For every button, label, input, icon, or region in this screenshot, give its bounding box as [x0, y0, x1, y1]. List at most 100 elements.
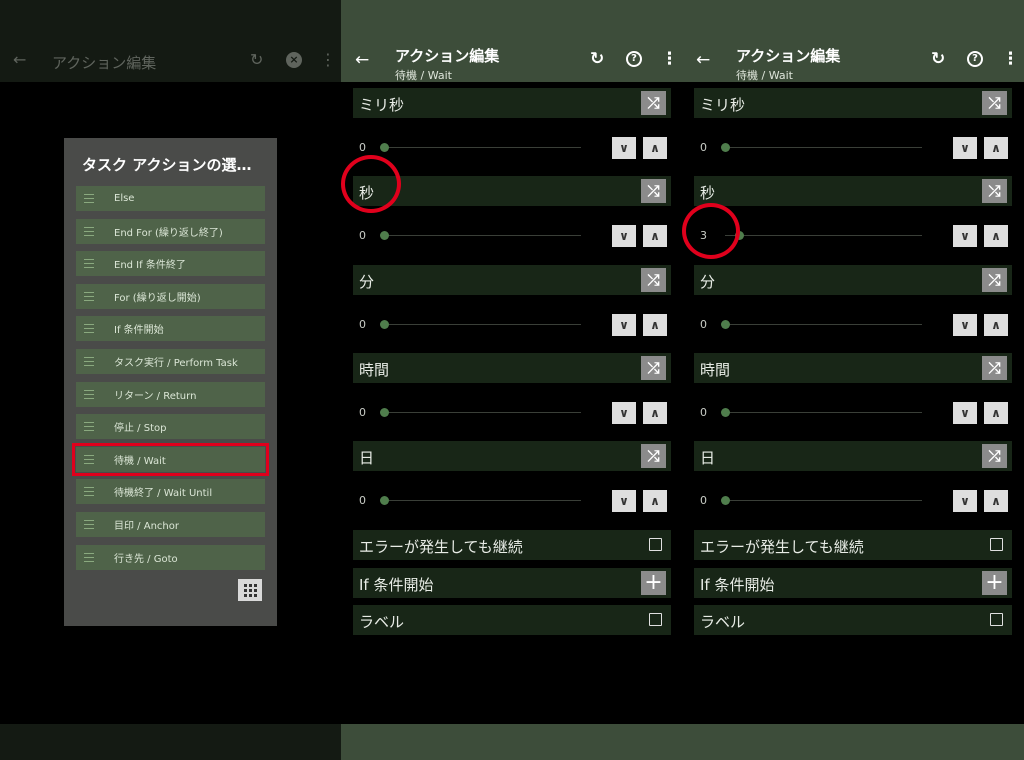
shuffle-icon[interactable]: ⤮ [641, 355, 666, 380]
slider-thumb[interactable] [721, 143, 730, 152]
slider-track[interactable] [725, 323, 922, 325]
slider-track[interactable] [384, 500, 581, 502]
slider-value: 0 [359, 405, 366, 419]
action-list-item[interactable]: For (繰り返し開始) [76, 283, 265, 309]
checkbox-icon[interactable] [990, 538, 1003, 551]
highlight-circle-seconds-label [341, 155, 401, 213]
undo-icon[interactable]: ↻ [931, 49, 945, 69]
help-icon[interactable]: ? [967, 51, 983, 67]
slider-thumb[interactable] [380, 496, 389, 506]
shuffle-icon[interactable]: ⤮ [641, 91, 666, 115]
option-label: If 条件開始 [359, 576, 434, 594]
slider-track[interactable] [384, 235, 581, 237]
action-list-item[interactable]: 待機 / Wait [72, 442, 269, 476]
list-icon [84, 291, 94, 301]
field-header: 秒 ⤮ [694, 176, 1012, 207]
slider-track[interactable] [725, 235, 922, 237]
page-title: アクション編集 [52, 54, 157, 72]
checkbox-icon[interactable] [649, 613, 662, 626]
undo-icon[interactable]: ↻ [250, 50, 263, 70]
chevron-up-icon[interactable]: ∧ [643, 401, 667, 424]
slider-track[interactable] [725, 411, 922, 413]
shuffle-icon[interactable]: ⤮ [982, 91, 1007, 115]
chevron-down-icon[interactable]: ∨ [953, 137, 977, 159]
action-list-item[interactable]: End If 条件終了 [76, 251, 265, 277]
panel-action-select: ← アクション編集 ↻ × ⋮ タスク アクションの選… Else End For… [0, 0, 341, 760]
slider-thumb[interactable] [721, 496, 730, 506]
action-list-item[interactable]: If 条件開始 [76, 316, 265, 342]
action-list-item[interactable]: タスク実行 / Perform Task [76, 349, 265, 374]
slider-track[interactable] [384, 147, 581, 148]
chevron-down-icon[interactable]: ∨ [612, 313, 636, 336]
slider-track[interactable] [384, 323, 581, 325]
chevron-up-icon[interactable]: ∧ [984, 225, 1008, 248]
slider-track[interactable] [725, 147, 922, 148]
more-vert-icon[interactable]: ⋮ [661, 49, 678, 69]
shuffle-icon[interactable]: ⤮ [982, 267, 1007, 292]
option-if-start[interactable]: If 条件開始 + [694, 568, 1012, 598]
chevron-down-icon[interactable]: ∨ [953, 490, 977, 513]
chevron-down-icon[interactable]: ∨ [612, 137, 636, 159]
slider-thumb[interactable] [380, 143, 389, 152]
option-if-start[interactable]: If 条件開始 + [353, 568, 671, 598]
plus-icon[interactable]: + [641, 571, 666, 595]
option-continue-on-error[interactable]: エラーが発生しても継続 [694, 530, 1012, 560]
slider-row: 0 ∨ ∧ [353, 135, 671, 161]
slider-track[interactable] [725, 500, 922, 502]
chevron-down-icon[interactable]: ∨ [953, 401, 977, 424]
close-icon[interactable]: × [286, 52, 302, 68]
slider-thumb[interactable] [721, 319, 730, 329]
slider-thumb[interactable] [380, 407, 389, 417]
shuffle-icon[interactable]: ⤮ [641, 267, 666, 292]
shuffle-icon[interactable]: ⤮ [982, 179, 1007, 204]
slider-thumb[interactable] [380, 319, 389, 329]
slider-track[interactable] [384, 411, 581, 413]
slider-row: 3 ∨ ∧ [694, 223, 1012, 249]
action-list-item[interactable]: Else [76, 186, 265, 211]
chevron-up-icon[interactable]: ∧ [643, 137, 667, 159]
shuffle-icon[interactable]: ⤮ [641, 444, 666, 469]
field-header: 日 ⤮ [353, 441, 671, 472]
action-list-item[interactable]: 待機終了 / Wait Until [76, 479, 265, 505]
chevron-down-icon[interactable]: ∨ [612, 490, 636, 513]
action-list-item[interactable]: 行き先 / Goto [76, 544, 265, 570]
plus-icon[interactable]: + [982, 571, 1007, 595]
shuffle-icon[interactable]: ⤮ [982, 444, 1007, 469]
back-arrow-icon[interactable]: ← [355, 50, 369, 70]
action-list-item-label: 待機終了 / Wait Until [114, 488, 213, 500]
chevron-up-icon[interactable]: ∧ [984, 313, 1008, 336]
chevron-up-icon[interactable]: ∧ [643, 490, 667, 513]
slider-thumb[interactable] [721, 407, 730, 417]
chevron-up-icon[interactable]: ∧ [984, 137, 1008, 159]
chevron-up-icon[interactable]: ∧ [643, 313, 667, 336]
chevron-up-icon[interactable]: ∧ [643, 225, 667, 248]
action-list-item[interactable]: End For (繰り返し終了) [76, 218, 265, 244]
action-list-item[interactable]: 停止 / Stop [76, 414, 265, 440]
chevron-down-icon[interactable]: ∨ [953, 225, 977, 248]
slider-thumb[interactable] [380, 231, 389, 241]
checkbox-icon[interactable] [990, 613, 1003, 626]
undo-icon[interactable]: ↻ [590, 49, 604, 69]
chevron-down-icon[interactable]: ∨ [612, 401, 636, 424]
help-icon[interactable]: ? [626, 51, 642, 67]
action-list-item-label: End For (繰り返し終了) [114, 227, 223, 239]
action-list-item[interactable]: 目印 / Anchor [76, 512, 265, 537]
chevron-down-icon[interactable]: ∨ [953, 313, 977, 336]
shuffle-icon[interactable]: ⤮ [641, 179, 666, 204]
more-vert-icon[interactable]: ⋮ [320, 50, 336, 70]
back-arrow-icon[interactable]: ← [696, 50, 710, 70]
chevron-up-icon[interactable]: ∧ [984, 401, 1008, 424]
shuffle-icon[interactable]: ⤮ [982, 355, 1007, 380]
field-label: 分 [359, 272, 375, 291]
back-arrow-icon[interactable]: ← [13, 50, 26, 70]
chevron-up-icon[interactable]: ∧ [984, 490, 1008, 513]
chevron-down-icon[interactable]: ∨ [612, 225, 636, 248]
more-vert-icon[interactable]: ⋮ [1002, 49, 1019, 69]
option-label-row[interactable]: ラベル [694, 605, 1012, 635]
action-list-item[interactable]: リターン / Return [76, 381, 265, 407]
option-continue-on-error[interactable]: エラーが発生しても継続 [353, 530, 671, 560]
option-label-row[interactable]: ラベル [353, 605, 671, 635]
grid-view-button[interactable] [238, 579, 262, 601]
checkbox-icon[interactable] [649, 538, 662, 551]
grid-icon [243, 583, 247, 587]
